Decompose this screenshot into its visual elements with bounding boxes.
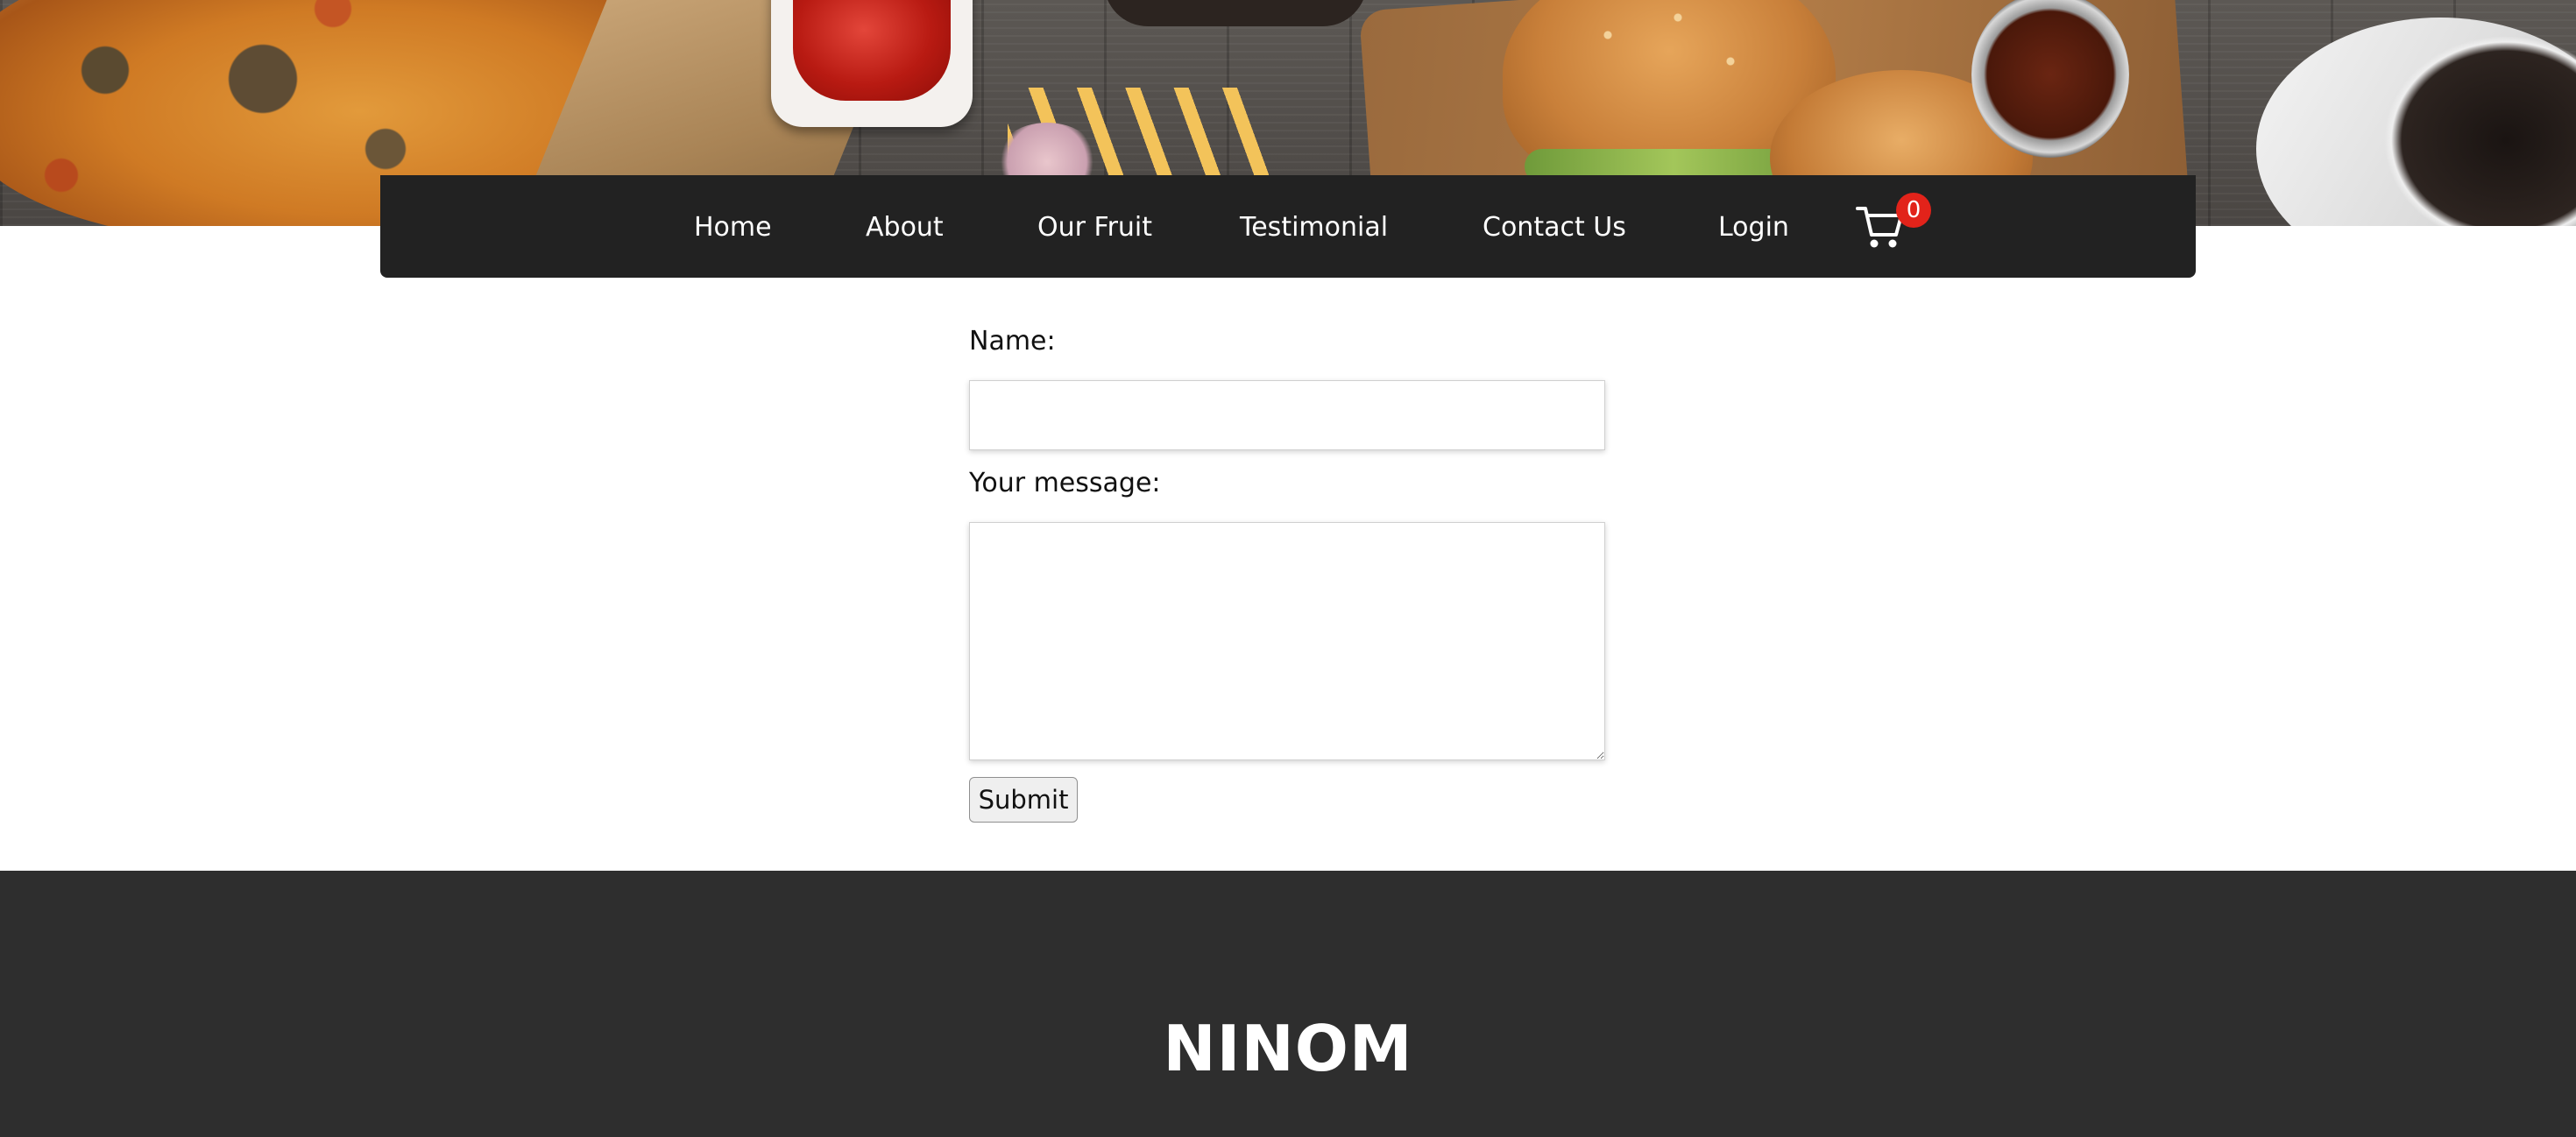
nav-link-our-fruit[interactable]: Our Fruit: [1037, 208, 1152, 247]
nav-link-login[interactable]: Login: [1718, 208, 1789, 247]
footer: [0, 871, 2576, 1137]
nav-link-testimonial[interactable]: Testimonial: [1240, 208, 1388, 247]
name-input[interactable]: [969, 380, 1605, 450]
nav-link-home[interactable]: Home: [694, 208, 772, 247]
nav-link-about[interactable]: About: [866, 208, 944, 247]
plate-image: [1104, 0, 1367, 26]
message-label: Your message:: [969, 468, 1161, 498]
nav-link-contact-us[interactable]: Contact Us: [1483, 208, 1626, 247]
message-textarea[interactable]: [969, 522, 1605, 760]
cart-count-badge: 0: [1896, 193, 1931, 228]
submit-button[interactable]: Submit: [969, 777, 1078, 823]
name-label: Name:: [969, 326, 1056, 357]
footer-brand-title: NINOM: [1163, 1012, 1413, 1085]
ketchup-image: [793, 0, 951, 101]
